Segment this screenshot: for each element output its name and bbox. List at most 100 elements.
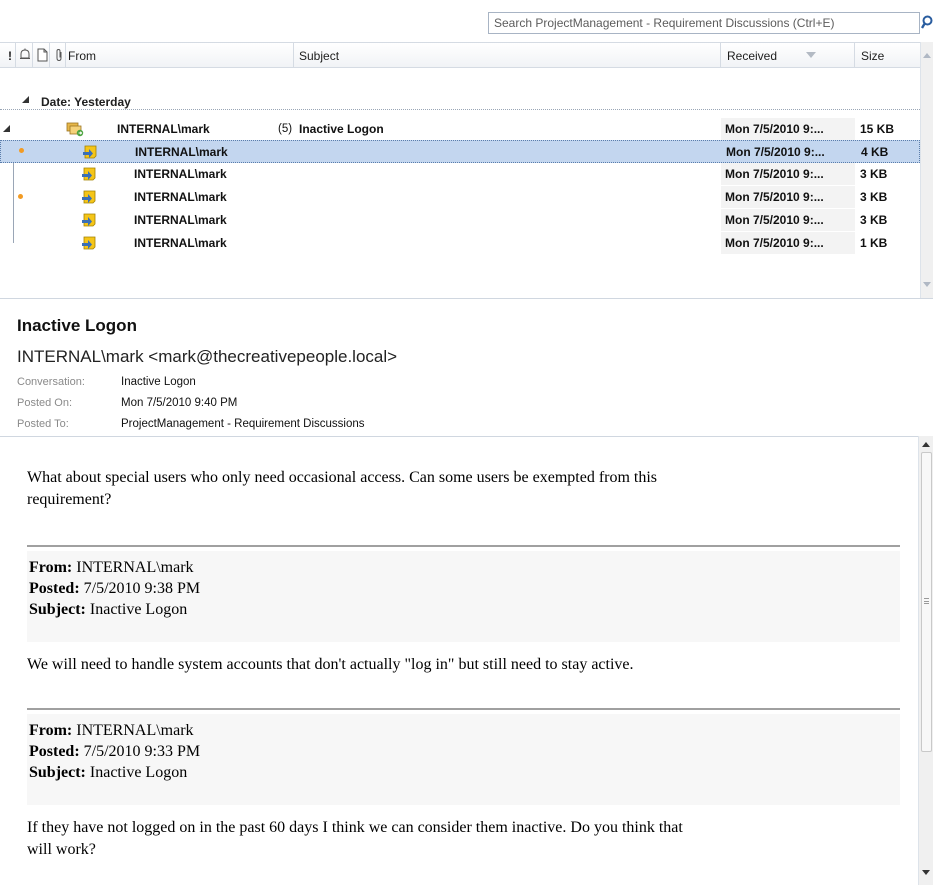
importance-label: ! xyxy=(8,49,12,63)
post-icon xyxy=(82,236,96,250)
quote-subject-label: Subject: xyxy=(29,601,86,618)
message-size: 3 KB xyxy=(860,190,888,204)
quote-from-value: INTERNAL\mark xyxy=(76,559,194,576)
search-input[interactable]: Search ProjectManagement - Requirement D… xyxy=(488,12,920,34)
message-received: Mon 7/5/2010 9:... xyxy=(725,167,824,181)
conversation-expander-icon[interactable] xyxy=(3,125,10,132)
message-from: INTERNAL\mark xyxy=(134,190,227,204)
collapse-triangle-icon[interactable] xyxy=(22,96,29,103)
post-icon xyxy=(82,167,96,181)
search-bar: Search ProjectManagement - Requirement D… xyxy=(0,0,933,37)
size-column-label: Size xyxy=(861,49,885,63)
body-line: requirement? xyxy=(27,491,112,508)
message-list: Date: Yesterday INTERNAL\mark (5) Inacti… xyxy=(0,68,920,298)
message-size: 3 KB xyxy=(860,167,888,181)
body-paragraph: If they have not logged on in the past 6… xyxy=(27,817,897,861)
thread-dot xyxy=(19,148,24,153)
message-received: Mon 7/5/2010 9:... xyxy=(726,145,825,159)
quote-posted-label: Posted: xyxy=(29,743,80,760)
quote-posted-value: 7/5/2010 9:38 PM xyxy=(83,580,201,597)
conversation-icon xyxy=(66,122,84,137)
icon-column-header[interactable] xyxy=(33,43,50,67)
message-received: Mon 7/5/2010 9:... xyxy=(725,236,824,250)
conversation-from: INTERNAL\mark xyxy=(117,122,210,136)
grip-icon xyxy=(924,598,929,604)
subject-column-header[interactable]: Subject xyxy=(294,43,721,67)
body-paragraph: We will need to handle system accounts t… xyxy=(27,654,897,676)
group-label: Date: Yesterday xyxy=(41,95,131,109)
message-sender[interactable]: INTERNAL\mark <mark@thecreativepeople.lo… xyxy=(17,347,397,367)
body-line: If they have not logged on in the past 6… xyxy=(27,819,683,836)
quoted-header: From: INTERNAL\mark Posted: 7/5/2010 9:3… xyxy=(27,714,900,805)
conversation-size: 15 KB xyxy=(860,122,895,136)
message-subject: Inactive Logon xyxy=(17,316,137,335)
quote-subject-label: Subject: xyxy=(29,764,86,781)
message-row[interactable]: INTERNAL\mark Mon 7/5/2010 9:... 4 KB xyxy=(0,140,920,163)
sort-descending-icon xyxy=(806,52,816,58)
from-column-header[interactable]: From xyxy=(66,43,294,67)
message-from: INTERNAL\mark xyxy=(134,213,227,227)
received-column-header[interactable]: Received xyxy=(721,43,855,67)
document-icon xyxy=(37,48,48,62)
quote-posted-value: 7/5/2010 9:33 PM xyxy=(83,743,201,760)
posted-to-label: Posted To: xyxy=(17,418,69,430)
reminder-column-header[interactable] xyxy=(16,43,33,67)
body-line: We will need to handle system accounts t… xyxy=(27,656,634,673)
message-row[interactable]: INTERNAL\mark Mon 7/5/2010 9:... 3 KB xyxy=(0,186,920,209)
quote-divider xyxy=(27,708,900,710)
post-icon xyxy=(82,190,96,204)
message-from: INTERNAL\mark xyxy=(135,145,228,159)
scroll-thumb[interactable] xyxy=(921,452,932,752)
message-row[interactable]: INTERNAL\mark Mon 7/5/2010 9:... 3 KB xyxy=(0,209,920,232)
conversation-subject: Inactive Logon xyxy=(299,122,384,136)
size-column-header[interactable]: Size xyxy=(855,43,920,67)
message-from: INTERNAL\mark xyxy=(134,236,227,250)
message-size: 1 KB xyxy=(860,236,888,250)
posted-to-value[interactable]: ProjectManagement - Requirement Discussi… xyxy=(121,418,365,430)
message-received: Mon 7/5/2010 9:... xyxy=(725,213,824,227)
quote-subject-value: Inactive Logon xyxy=(89,601,188,618)
attachment-column-header[interactable] xyxy=(50,43,66,67)
group-header[interactable]: Date: Yesterday xyxy=(0,92,920,110)
message-row[interactable]: INTERNAL\mark Mon 7/5/2010 9:... 1 KB xyxy=(0,232,920,255)
message-body-scrollbar[interactable] xyxy=(918,436,933,885)
paperclip-icon xyxy=(56,48,62,62)
message-received: Mon 7/5/2010 9:... xyxy=(725,190,824,204)
conversation-row[interactable]: INTERNAL\mark (5) Inactive Logon Mon 7/5… xyxy=(0,118,920,141)
reading-pane-header: Inactive Logon INTERNAL\mark <mark@thecr… xyxy=(0,298,933,436)
posted-on-label: Posted On: xyxy=(17,397,73,409)
received-column-label: Received xyxy=(727,49,778,63)
scroll-up-arrow-icon[interactable] xyxy=(922,441,930,449)
conversation-label: Conversation: xyxy=(17,376,85,388)
post-icon xyxy=(83,145,97,159)
search-icon[interactable] xyxy=(921,14,933,32)
subject-column-label: Subject xyxy=(299,49,340,63)
importance-column-header[interactable]: ! xyxy=(0,43,16,67)
message-size: 4 KB xyxy=(861,145,889,159)
conversation-received: Mon 7/5/2010 9:... xyxy=(725,122,824,136)
scroll-up-arrow-icon[interactable] xyxy=(923,52,931,60)
bell-icon xyxy=(20,48,30,59)
quote-posted-label: Posted: xyxy=(29,580,80,597)
message-list-scrollbar[interactable] xyxy=(920,42,933,298)
conversation-count: (5) xyxy=(278,123,293,135)
quoted-header: From: INTERNAL\mark Posted: 7/5/2010 9:3… xyxy=(27,551,900,642)
scroll-down-arrow-icon[interactable] xyxy=(923,280,931,288)
column-header: ! From Subject Received Size xyxy=(0,42,920,68)
body-line: What about special users who only need o… xyxy=(27,469,658,486)
post-icon xyxy=(82,213,96,227)
message-row[interactable]: INTERNAL\mark Mon 7/5/2010 9:... 3 KB xyxy=(0,163,920,186)
conversation-value: Inactive Logon xyxy=(121,376,196,388)
quote-from-label: From: xyxy=(29,559,73,576)
body-line: will work? xyxy=(27,841,96,858)
posted-on-value: Mon 7/5/2010 9:40 PM xyxy=(121,397,238,409)
scroll-down-arrow-icon[interactable] xyxy=(922,868,930,876)
quote-divider xyxy=(27,545,900,547)
quote-from-value: INTERNAL\mark xyxy=(76,722,194,739)
search-placeholder: Search ProjectManagement - Requirement D… xyxy=(494,16,835,30)
message-from: INTERNAL\mark xyxy=(134,167,227,181)
message-size: 3 KB xyxy=(860,213,888,227)
quote-subject-value: Inactive Logon xyxy=(89,764,188,781)
thread-dot xyxy=(18,194,23,199)
body-paragraph: What about special users who only need o… xyxy=(27,467,897,511)
